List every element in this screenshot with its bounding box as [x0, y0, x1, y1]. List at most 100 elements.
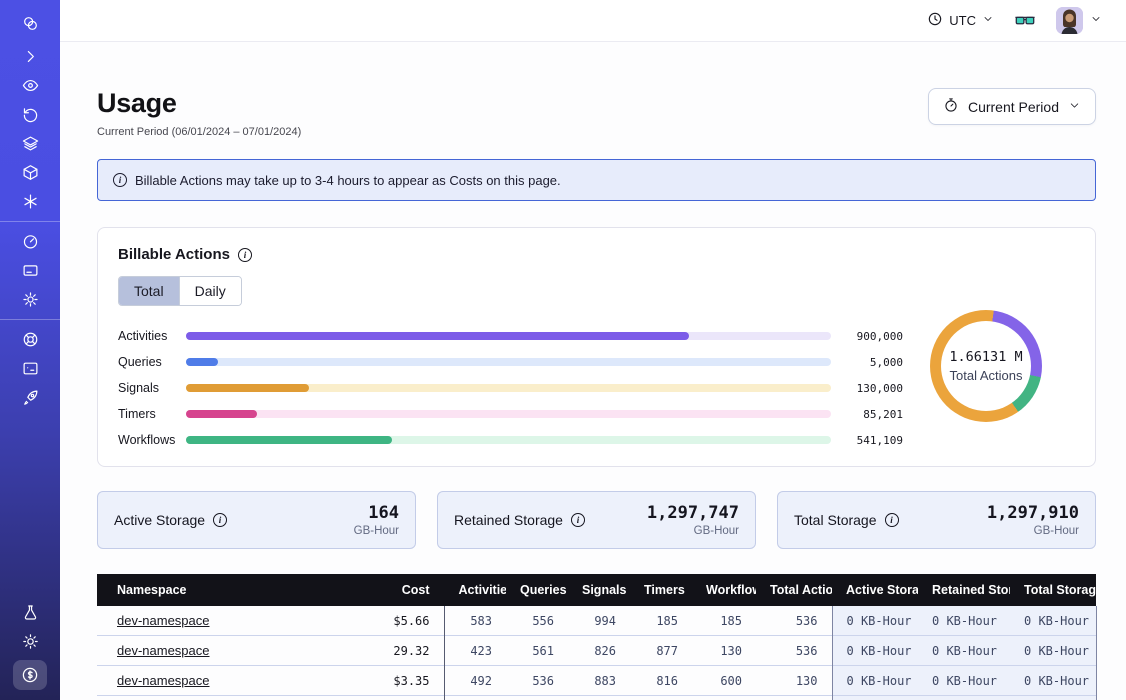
activities-cell: 583	[444, 606, 506, 636]
bar-fill	[186, 358, 218, 366]
active-storage-cell: 0 KB-Hour	[832, 666, 918, 696]
app-window: UTC	[0, 0, 1126, 700]
cube-icon[interactable]	[0, 158, 60, 187]
bar-value: 900,000	[831, 330, 903, 343]
eye-icon[interactable]	[0, 71, 60, 100]
total-actions-donut-chart: 1.66131 M Total Actions	[930, 310, 1042, 422]
bar-value: 5,000	[831, 356, 903, 369]
chevron-down-icon	[982, 13, 994, 28]
retained-storage-unit: GB-Hour	[647, 525, 739, 537]
retained-storage-cell: 0 KB-Hour	[918, 666, 1010, 696]
bar-row-activities: Activities 900,000	[118, 323, 1075, 349]
period-dropdown-button[interactable]: Current Period	[928, 88, 1096, 125]
bar-track	[186, 410, 831, 418]
workflows-cell: 600	[692, 666, 756, 696]
total-storage-cell: 0 KB-Hour	[1010, 606, 1096, 636]
donut-center: 1.66131 M Total Actions	[941, 321, 1031, 411]
bar-value: 85,201	[831, 408, 903, 421]
total-storage-cell: 0 KB-Hour	[1010, 636, 1096, 666]
stopwatch-icon	[943, 97, 959, 116]
bar-value: 541,109	[831, 434, 903, 447]
col-total-actions[interactable]: Total Actions	[756, 574, 832, 606]
bar-track	[186, 436, 831, 444]
total-actions-caption: Total Actions	[950, 368, 1023, 383]
col-retained-storage[interactable]: Retained Storage	[918, 574, 1010, 606]
table-row: dev-namespace $3.35 492 536 883 816 600 …	[97, 666, 1096, 696]
cost-cell: 29.32	[374, 636, 444, 666]
card-icon[interactable]	[0, 256, 60, 285]
sidebar-divider	[0, 319, 60, 320]
dollar-icon[interactable]	[13, 660, 47, 690]
col-signals[interactable]: Signals	[568, 574, 630, 606]
tab-daily[interactable]: Daily	[179, 277, 241, 305]
col-timers[interactable]: Timers	[630, 574, 692, 606]
total-storage-label: Total Storage	[794, 512, 877, 528]
total-actions-cell: 536	[756, 636, 832, 666]
col-active-storage[interactable]: Active Storage	[832, 574, 918, 606]
bar-label: Timers	[118, 407, 186, 421]
asterisk-icon[interactable]	[0, 187, 60, 216]
billable-actions-title: Billable Actions	[118, 246, 230, 263]
bar-label: Activities	[118, 329, 186, 343]
layers-icon[interactable]	[0, 129, 60, 158]
namespace-link[interactable]: dev-namespace	[117, 643, 210, 658]
active-storage-card: Active Storage 164 GB-Hour	[97, 491, 416, 549]
total-actions-value: 1.66131 M	[949, 349, 1022, 365]
history-icon[interactable]	[0, 100, 60, 129]
billable-bar-chart: Activities 900,000 Queries 5,000 Signals…	[118, 323, 1075, 453]
col-workflows[interactable]: Workflows	[692, 574, 756, 606]
signals-cell: 883	[568, 666, 630, 696]
timers-cell: 185	[630, 606, 692, 636]
lifebuoy-icon[interactable]	[0, 325, 60, 354]
sidebar-collapse-chevron-right-icon[interactable]	[0, 42, 60, 71]
retained-storage-card: Retained Storage 1,297,747 GB-Hour	[437, 491, 756, 549]
active-storage-unit: GB-Hour	[354, 525, 399, 537]
info-icon[interactable]	[238, 248, 252, 262]
clock-icon	[927, 11, 943, 30]
page-header: Usage Current Period (06/01/2024 – 07/01…	[97, 88, 1096, 138]
flask-icon[interactable]	[0, 598, 60, 627]
retained-storage-cell: 0 KB-Hour	[918, 606, 1010, 636]
sun-icon[interactable]	[0, 627, 60, 656]
queries-cell: 556	[506, 606, 568, 636]
retained-storage-label: Retained Storage	[454, 512, 563, 528]
topbar: UTC	[60, 0, 1126, 42]
info-icon[interactable]	[885, 513, 899, 527]
gauge-icon[interactable]	[0, 227, 60, 256]
col-cost[interactable]: Cost	[374, 574, 444, 606]
total-actions-cell: 536	[756, 606, 832, 636]
namespace-link[interactable]: dev-namespace	[117, 613, 210, 628]
info-icon[interactable]	[213, 513, 227, 527]
col-activities[interactable]: Activities	[444, 574, 506, 606]
temporal-logo[interactable]	[0, 4, 60, 42]
bar-track	[186, 358, 831, 366]
table-row: dev-namespace 29.32 423 561 826 877 130 …	[97, 636, 1096, 666]
info-banner-text: Billable Actions may take up to 3-4 hour…	[135, 173, 561, 188]
col-queries[interactable]: Queries	[506, 574, 568, 606]
activities-cell: 492	[444, 666, 506, 696]
gear-icon[interactable]	[0, 285, 60, 314]
avatar	[1056, 7, 1083, 34]
active-storage-label: Active Storage	[114, 512, 205, 528]
glasses-icon[interactable]	[1014, 10, 1036, 32]
workflows-cell: 185	[692, 606, 756, 636]
queries-cell: 536	[506, 666, 568, 696]
activities-cell: 423	[444, 636, 506, 666]
col-namespace[interactable]: Namespace	[97, 574, 374, 606]
bar-label: Signals	[118, 381, 186, 395]
retained-storage-value: 1,297,747	[647, 503, 739, 523]
chevron-down-icon	[1068, 99, 1081, 115]
info-icon[interactable]	[571, 513, 585, 527]
user-menu[interactable]	[1056, 7, 1102, 34]
terminal-icon[interactable]	[0, 354, 60, 383]
rocket-icon[interactable]	[0, 383, 60, 412]
namespace-link[interactable]: dev-namespace	[117, 673, 210, 688]
active-storage-value: 164	[354, 503, 399, 523]
bar-fill	[186, 410, 257, 418]
tab-total[interactable]: Total	[119, 277, 179, 305]
active-storage-cell: 0 KB-Hour	[832, 636, 918, 666]
workflows-cell: 130	[692, 636, 756, 666]
col-total-storage[interactable]: Total Storage	[1010, 574, 1096, 606]
timezone-selector[interactable]: UTC	[927, 11, 994, 30]
bar-track	[186, 384, 831, 392]
